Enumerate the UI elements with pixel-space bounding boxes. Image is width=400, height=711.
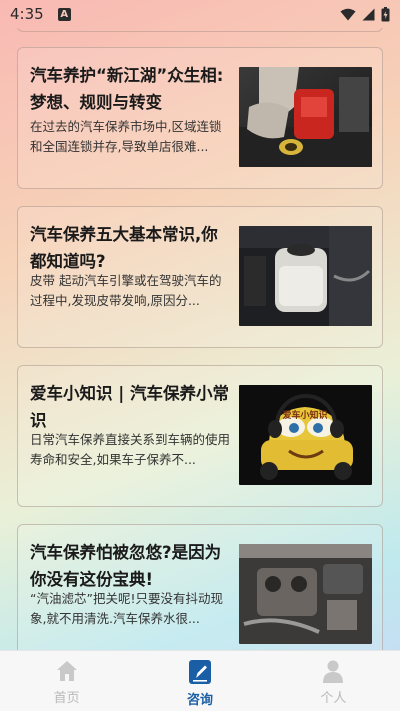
article-card[interactable]: 汽车保养五大基本常识,你都知道吗? 皮带 起动汽车引擎或在驾驶汽车的过程中,发现… <box>17 206 383 348</box>
article-card[interactable]: 爱车小知识 | 汽车保养小常识 日常汽车保养直接关系到车辆的使用寿命和安全,如果… <box>17 365 383 507</box>
tab-profile-label: 个人 <box>320 691 347 706</box>
article-summary: 皮带 起动汽车引擎或在驾驶汽车的过程中,发现皮带发响,原因分... <box>30 273 222 308</box>
article-summary: 在过去的汽车保养市场中,区域连锁和全国连锁并存,导致单店很难... <box>30 119 222 154</box>
tab-consult[interactable]: 咨询 <box>133 651 266 711</box>
previous-card-edge <box>17 28 383 32</box>
engine-oil-photo <box>239 67 372 167</box>
notification-icon: A <box>57 7 71 21</box>
article-title: 汽车养护“新江湖”众生相:梦想、规则与转变 <box>30 66 224 112</box>
article-card[interactable]: 汽车养护“新江湖”众生相:梦想、规则与转变 在过去的汽车保养市场中,区域连锁和全… <box>17 47 383 189</box>
coolant-reservoir-photo <box>239 226 372 326</box>
tab-consult-label: 咨询 <box>186 693 213 708</box>
article-summary: “汽油滤芯”把关呢!只要没有抖动现象,就不用清洗.汽车保养水很... <box>30 591 223 626</box>
article-list[interactable]: 汽车养护“新江湖”众生相:梦想、规则与转变 在过去的汽车保养市场中,区域连锁和全… <box>0 28 400 650</box>
person-icon <box>323 660 344 683</box>
thumbnail-caption: 爱车小知识 <box>282 409 327 421</box>
tab-profile[interactable]: 个人 <box>267 651 400 711</box>
wifi-icon <box>340 8 356 20</box>
status-bar: 4:35 A <box>0 0 400 28</box>
engine-bay-photo <box>239 544 372 644</box>
edit-document-icon <box>188 660 211 684</box>
article-summary: 日常汽车保养直接关系到车辆的使用寿命和安全,如果车子保养不... <box>30 432 230 467</box>
article-title: 汽车保养怕被忽悠?是因为你没有这份宝典! <box>30 543 222 589</box>
article-title: 爱车小知识 | 汽车保养小常识 <box>30 384 230 430</box>
status-icons <box>340 6 390 22</box>
signal-icon <box>362 8 375 20</box>
tab-home[interactable]: 首页 <box>0 651 133 711</box>
battery-icon <box>381 6 390 21</box>
article-title: 汽车保养五大基本常识,你都知道吗? <box>30 225 218 271</box>
status-time: 4:35 <box>10 5 44 23</box>
bottom-tab-bar: 首页 咨询 个人 <box>0 650 400 711</box>
tab-home-label: 首页 <box>53 691 80 706</box>
home-icon <box>56 661 77 681</box>
article-card[interactable]: 汽车保养怕被忽悠?是因为你没有这份宝典! “汽油滤芯”把关呢!只要没有抖动现象,… <box>17 524 383 650</box>
cartoon-car-photo: 爱车小知识 <box>239 385 372 485</box>
